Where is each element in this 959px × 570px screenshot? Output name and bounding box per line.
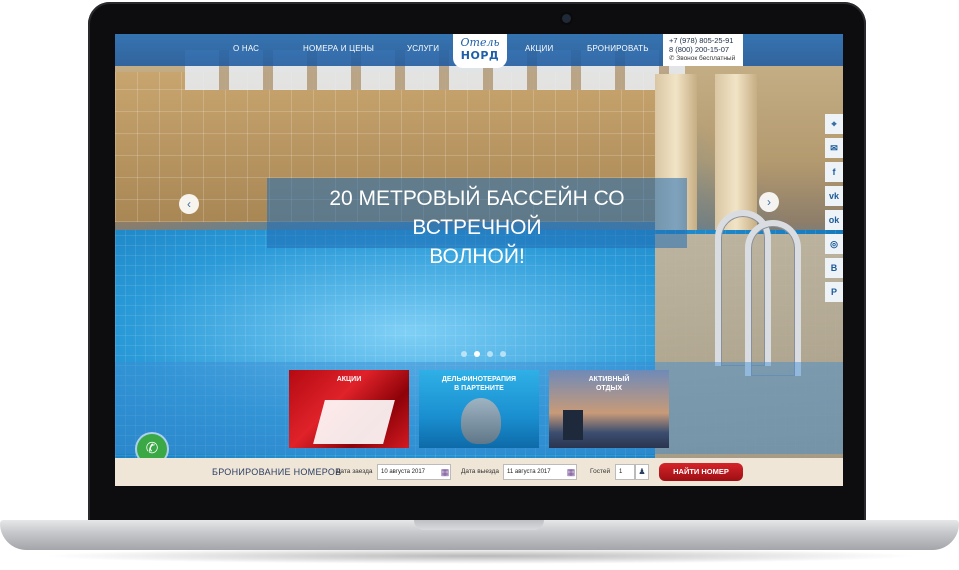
nav-item-rooms[interactable]: НОМЕРА И ЦЕНЫ	[303, 44, 374, 53]
mail-icon[interactable]: ✉	[825, 138, 843, 158]
facebook-icon[interactable]: f	[825, 162, 843, 182]
nav-item-booking[interactable]: БРОНИРОВАТЬ	[587, 44, 649, 53]
laptop-notch	[414, 520, 544, 530]
calendar-icon[interactable]: ▦	[565, 465, 577, 479]
nav-item-services[interactable]: УСЛУГИ	[407, 44, 439, 53]
promo-card-promotions[interactable]: АКЦИИ	[289, 370, 409, 448]
flag-image	[313, 400, 395, 444]
slider-dot[interactable]	[487, 351, 493, 357]
promo-card-dolphin-therapy[interactable]: ДЕЛЬФИНОТЕРАПИЯ В ПАРТЕНИТЕ	[419, 370, 539, 448]
hero-title-line2: ВОЛНОЙ!	[429, 245, 525, 268]
hero-title: 20 МЕТРОВЫЙ БАССЕЙН СО ВСТРЕЧНОЙ ВОЛНОЙ!	[267, 178, 687, 268]
guests-field[interactable]: 1	[615, 464, 635, 480]
contact-phones: +7 (978) 805-25-91 8 (800) 200-15-07 ✆ З…	[663, 34, 743, 66]
booking-title: БРОНИРОВАНИЕ НОМЕРОВ	[212, 467, 342, 477]
slider-dot[interactable]	[500, 351, 506, 357]
hotel-logo[interactable]: Отель НОРД	[453, 34, 507, 68]
slider-dots	[461, 344, 513, 362]
laptop-shadow	[40, 548, 920, 564]
promo-card-label: АКЦИИ	[336, 376, 362, 383]
dolphin-image	[461, 398, 501, 444]
logo-word-text: НОРД	[460, 49, 500, 62]
promo-card-label: ДЕЛЬФИНОТЕРАПИЯ	[441, 376, 517, 383]
checkin-label: Дата заезда	[336, 468, 373, 475]
person-icon: ♟	[635, 464, 649, 480]
slider-dot[interactable]	[461, 351, 467, 357]
vk-icon[interactable]: vk	[825, 186, 843, 206]
camera-icon	[562, 14, 571, 23]
castle-image	[563, 410, 583, 440]
slider-dot-active[interactable]	[474, 351, 480, 357]
pool-ladder-rail	[745, 220, 801, 376]
nav-item-about[interactable]: О НАС	[233, 44, 259, 53]
nav-item-promotions[interactable]: АКЦИИ	[525, 44, 553, 53]
promo-card-label-sub: ОТДЫХ	[595, 385, 623, 392]
checkout-label: Дата выезда	[461, 468, 500, 475]
chevron-left-icon: ‹	[187, 197, 191, 211]
pin-icon[interactable]: P	[825, 282, 843, 302]
slider-next-button[interactable]: ›	[759, 192, 779, 212]
booking-icon[interactable]: B	[825, 258, 843, 278]
find-room-button[interactable]: НАЙТИ НОМЕР	[659, 463, 743, 481]
booking-bar: БРОНИРОВАНИЕ НОМЕРОВ Дата заезда 10 авгу…	[115, 458, 843, 486]
social-sidebar: ⌖ ✉ f vk ok ◎ B P	[825, 114, 843, 306]
hero-title-line1: 20 МЕТРОВЫЙ БАССЕЙН СО ВСТРЕЧНОЙ	[329, 187, 625, 239]
promo-card-label-sub: В ПАРТЕНИТЕ	[454, 385, 504, 392]
call-free-text: Звонок бесплатный	[676, 55, 736, 62]
browser-screen: О НАС НОМЕРА И ЦЕНЫ УСЛУГИ Отель НОРД АК…	[115, 34, 843, 486]
promo-card-label: АКТИВНЫЙ	[588, 376, 630, 383]
chevron-right-icon: ›	[767, 195, 771, 209]
odnoklassniki-icon[interactable]: ok	[825, 210, 843, 230]
guests-label: Гостей	[590, 468, 611, 475]
phone-number-2[interactable]: 8 (800) 200-15-07	[669, 45, 743, 54]
map-pin-icon[interactable]: ⌖	[825, 114, 843, 134]
promo-card-active-rest[interactable]: АКТИВНЫЙ ОТДЫХ	[549, 370, 669, 448]
logo-script-text: Отель	[460, 36, 500, 49]
calendar-icon[interactable]: ▦	[439, 465, 451, 479]
top-navbar: О НАС НОМЕРА И ЦЕНЫ УСЛУГИ Отель НОРД АК…	[115, 34, 843, 68]
call-free-label: ✆ Звонок бесплатный	[669, 54, 743, 63]
tripadvisor-icon[interactable]: ◎	[825, 234, 843, 254]
phone-icon: ✆	[145, 440, 159, 457]
slider-prev-button[interactable]: ‹	[179, 194, 199, 214]
phone-number-1[interactable]: +7 (978) 805-25-91	[669, 36, 743, 45]
